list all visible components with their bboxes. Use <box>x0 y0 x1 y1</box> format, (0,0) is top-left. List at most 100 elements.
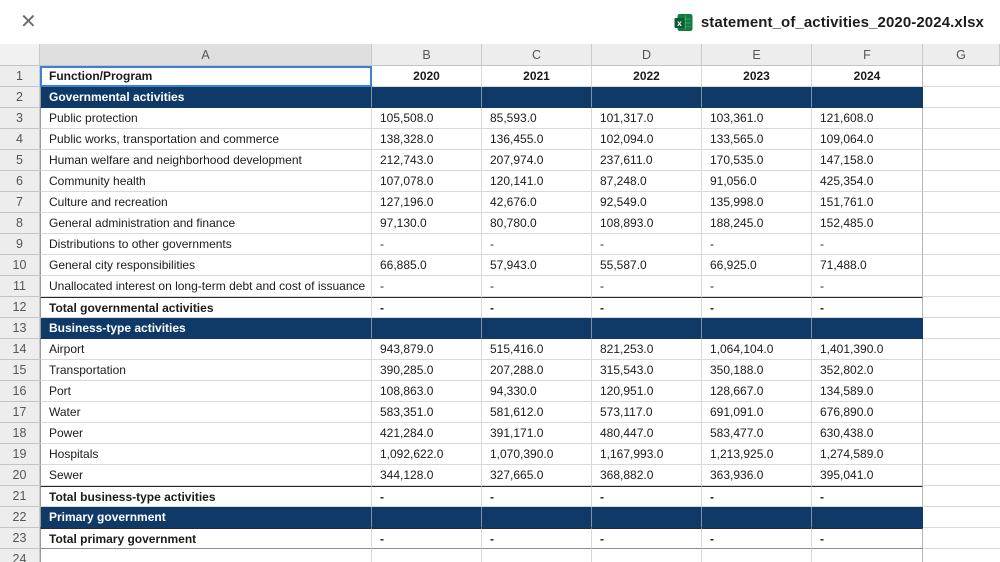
row-header-5[interactable]: 5 <box>0 150 40 171</box>
row-header-12[interactable]: 12 <box>0 297 40 318</box>
cell-G22[interactable] <box>923 507 1000 528</box>
cell-G19[interactable] <box>923 444 1000 465</box>
cell-D18[interactable]: 480,447.0 <box>592 423 702 444</box>
cell-D19[interactable]: 1,167,993.0 <box>592 444 702 465</box>
cell-F9[interactable]: - <box>812 234 923 255</box>
column-header-F[interactable]: F <box>812 44 923 66</box>
cell-A10[interactable]: General city responsibilities <box>40 255 372 276</box>
cell-D1[interactable]: 2022 <box>592 66 702 87</box>
cell-E14[interactable]: 1,064,104.0 <box>702 339 812 360</box>
cell-E4[interactable]: 133,565.0 <box>702 129 812 150</box>
cell-C7[interactable]: 42,676.0 <box>482 192 592 213</box>
cell-A13[interactable]: Business-type activities <box>40 318 372 339</box>
row-header-4[interactable]: 4 <box>0 129 40 150</box>
cell-E2[interactable] <box>702 87 812 108</box>
row-header-22[interactable]: 22 <box>0 507 40 528</box>
cell-D4[interactable]: 102,094.0 <box>592 129 702 150</box>
row-header-2[interactable]: 2 <box>0 87 40 108</box>
row-header-23[interactable]: 23 <box>0 528 40 549</box>
cell-D11[interactable]: - <box>592 276 702 297</box>
cell-B10[interactable]: 66,885.0 <box>372 255 482 276</box>
row-header-9[interactable]: 9 <box>0 234 40 255</box>
row-header-14[interactable]: 14 <box>0 339 40 360</box>
cell-A11[interactable]: Unallocated interest on long-term debt a… <box>40 276 372 297</box>
cell-G2[interactable] <box>923 87 1000 108</box>
cell-F22[interactable] <box>812 507 923 528</box>
cell-A24[interactable] <box>40 549 372 562</box>
cell-B14[interactable]: 943,879.0 <box>372 339 482 360</box>
cell-E9[interactable]: - <box>702 234 812 255</box>
cell-E12[interactable]: - <box>702 297 812 318</box>
cell-B24[interactable] <box>372 549 482 562</box>
cell-C15[interactable]: 207,288.0 <box>482 360 592 381</box>
cell-F4[interactable]: 109,064.0 <box>812 129 923 150</box>
row-header-15[interactable]: 15 <box>0 360 40 381</box>
cell-C6[interactable]: 120,141.0 <box>482 171 592 192</box>
cell-C23[interactable]: - <box>482 528 592 549</box>
cell-G10[interactable] <box>923 255 1000 276</box>
cell-G3[interactable] <box>923 108 1000 129</box>
cell-B3[interactable]: 105,508.0 <box>372 108 482 129</box>
cell-B9[interactable]: - <box>372 234 482 255</box>
cell-G18[interactable] <box>923 423 1000 444</box>
cell-G23[interactable] <box>923 528 1000 549</box>
cell-B4[interactable]: 138,328.0 <box>372 129 482 150</box>
cell-D9[interactable]: - <box>592 234 702 255</box>
cell-G13[interactable] <box>923 318 1000 339</box>
cell-A8[interactable]: General administration and finance <box>40 213 372 234</box>
row-header-20[interactable]: 20 <box>0 465 40 486</box>
cell-C11[interactable]: - <box>482 276 592 297</box>
cell-C14[interactable]: 515,416.0 <box>482 339 592 360</box>
cell-G15[interactable] <box>923 360 1000 381</box>
cell-G11[interactable] <box>923 276 1000 297</box>
cell-E11[interactable]: - <box>702 276 812 297</box>
cell-E17[interactable]: 691,091.0 <box>702 402 812 423</box>
cell-C9[interactable]: - <box>482 234 592 255</box>
cell-B23[interactable]: - <box>372 528 482 549</box>
cell-G4[interactable] <box>923 129 1000 150</box>
cell-D17[interactable]: 573,117.0 <box>592 402 702 423</box>
cell-D5[interactable]: 237,611.0 <box>592 150 702 171</box>
cell-E8[interactable]: 188,245.0 <box>702 213 812 234</box>
cell-E3[interactable]: 103,361.0 <box>702 108 812 129</box>
column-header-E[interactable]: E <box>702 44 812 66</box>
cell-C19[interactable]: 1,070,390.0 <box>482 444 592 465</box>
cell-C21[interactable]: - <box>482 486 592 507</box>
cell-B15[interactable]: 390,285.0 <box>372 360 482 381</box>
row-header-21[interactable]: 21 <box>0 486 40 507</box>
cell-B13[interactable] <box>372 318 482 339</box>
cell-E21[interactable]: - <box>702 486 812 507</box>
cell-C8[interactable]: 80,780.0 <box>482 213 592 234</box>
cell-B20[interactable]: 344,128.0 <box>372 465 482 486</box>
cell-A15[interactable]: Transportation <box>40 360 372 381</box>
cell-B12[interactable]: - <box>372 297 482 318</box>
row-header-3[interactable]: 3 <box>0 108 40 129</box>
cell-D12[interactable]: - <box>592 297 702 318</box>
select-all-corner[interactable] <box>0 44 40 66</box>
cell-F12[interactable]: - <box>812 297 923 318</box>
cell-B1[interactable]: 2020 <box>372 66 482 87</box>
cell-E20[interactable]: 363,936.0 <box>702 465 812 486</box>
row-header-6[interactable]: 6 <box>0 171 40 192</box>
cell-B7[interactable]: 127,196.0 <box>372 192 482 213</box>
cell-B11[interactable]: - <box>372 276 482 297</box>
cell-A14[interactable]: Airport <box>40 339 372 360</box>
cell-F10[interactable]: 71,488.0 <box>812 255 923 276</box>
cell-A20[interactable]: Sewer <box>40 465 372 486</box>
cell-A23[interactable]: Total primary government <box>40 528 372 549</box>
cell-B16[interactable]: 108,863.0 <box>372 381 482 402</box>
cell-F16[interactable]: 134,589.0 <box>812 381 923 402</box>
cell-G17[interactable] <box>923 402 1000 423</box>
cell-E10[interactable]: 66,925.0 <box>702 255 812 276</box>
cell-A17[interactable]: Water <box>40 402 372 423</box>
row-header-10[interactable]: 10 <box>0 255 40 276</box>
cell-E18[interactable]: 583,477.0 <box>702 423 812 444</box>
cell-D2[interactable] <box>592 87 702 108</box>
cell-D23[interactable]: - <box>592 528 702 549</box>
cell-A2[interactable]: Governmental activities <box>40 87 372 108</box>
cell-A3[interactable]: Public protection <box>40 108 372 129</box>
cell-G5[interactable] <box>923 150 1000 171</box>
cell-E1[interactable]: 2023 <box>702 66 812 87</box>
cell-E7[interactable]: 135,998.0 <box>702 192 812 213</box>
cell-D22[interactable] <box>592 507 702 528</box>
